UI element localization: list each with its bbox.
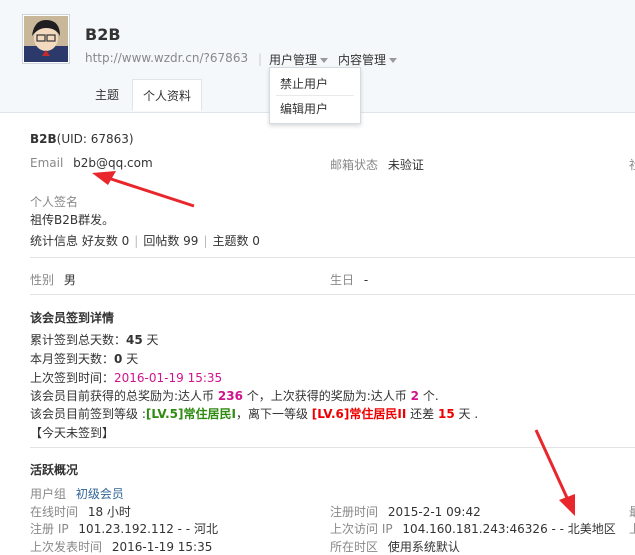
dropdown-divider [276, 95, 354, 96]
ban-user-item[interactable]: 禁止用户 [280, 75, 328, 92]
arrow-icon [534, 429, 575, 516]
user-manage-dropdown: 禁止用户 编辑用户 [269, 67, 361, 124]
edit-user-item[interactable]: 编辑用户 [280, 100, 328, 117]
arrow-icon [92, 171, 195, 208]
